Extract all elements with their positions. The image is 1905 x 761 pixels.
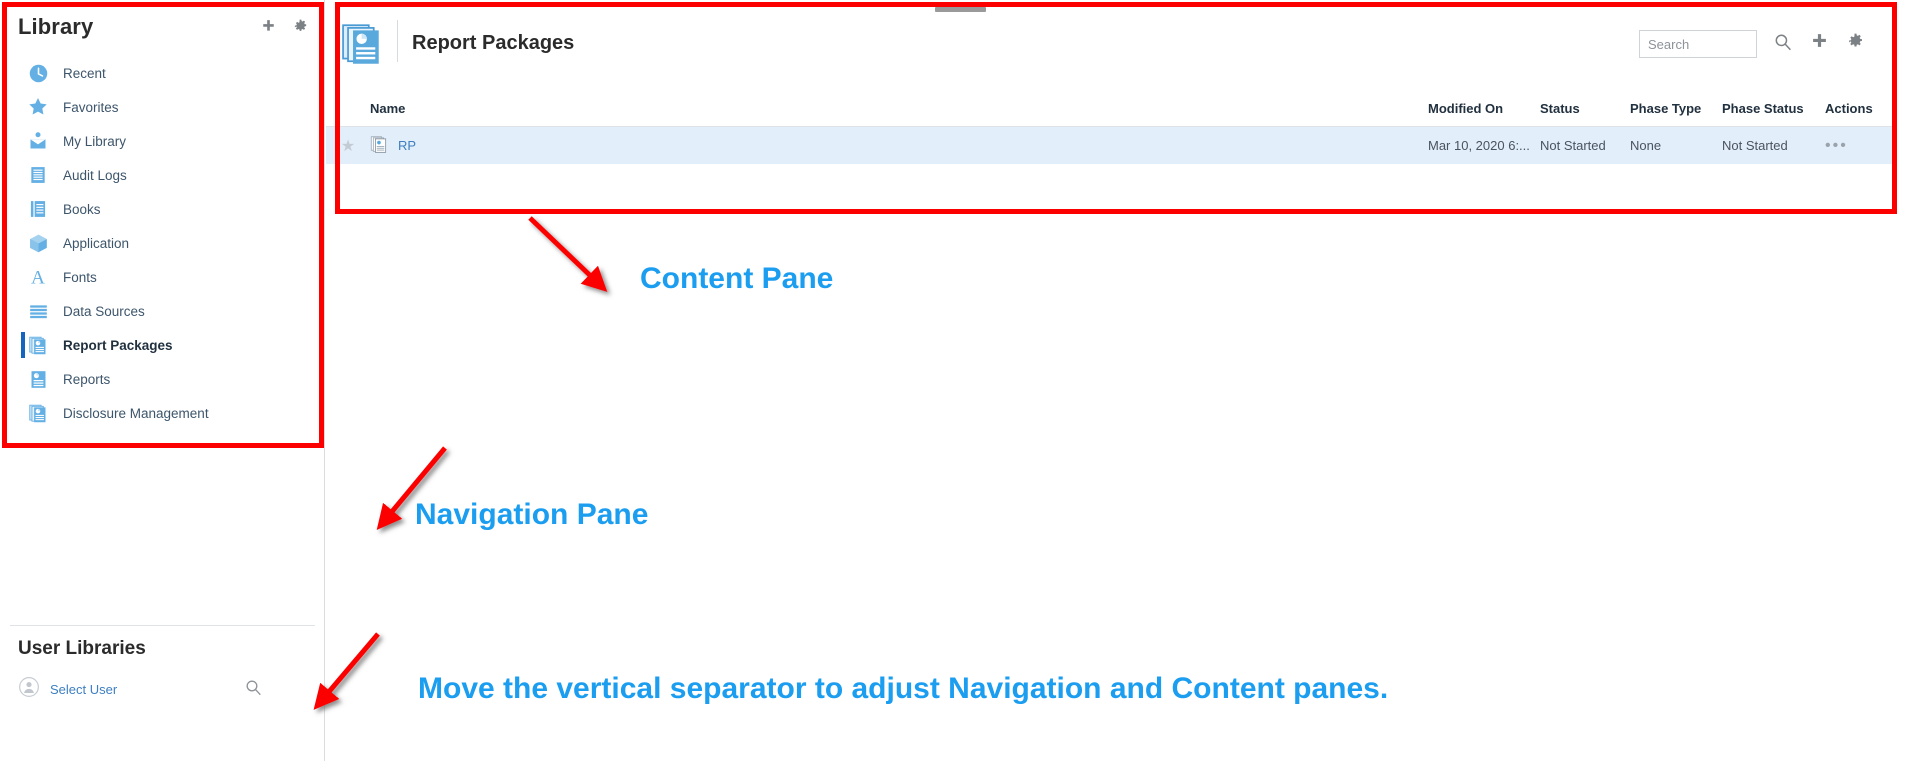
user-libraries-divider [10, 625, 315, 626]
svg-text:A: A [31, 267, 45, 288]
page-title: Report Packages [412, 32, 575, 54]
sidebar-item-books[interactable]: Books [0, 192, 324, 226]
report-package-name[interactable]: RP [398, 138, 416, 153]
navigation-pane: Library Recent Favorites My Library Audi… [0, 0, 325, 761]
sidebar-item-fonts[interactable]: A Fonts [0, 260, 324, 294]
user-libraries-title: User Libraries [18, 638, 146, 659]
column-header-actions: Actions [1825, 84, 1897, 127]
sidebar-item-recent[interactable]: Recent [0, 56, 324, 90]
sidebar-item-label: Application [63, 235, 130, 251]
document-icon [25, 162, 51, 188]
column-header-name[interactable]: Name [370, 84, 1428, 127]
sidebar-item-label: Disclosure Management [63, 405, 209, 421]
name-cell[interactable]: RP [370, 126, 1428, 164]
letter-a-icon: A [25, 264, 51, 290]
column-header-status[interactable]: Status [1540, 84, 1630, 127]
clock-icon [25, 60, 51, 86]
user-folder-icon [25, 128, 51, 154]
report-packages-table: Name Modified On Status Phase Type Phase… [326, 84, 1897, 164]
sidebar-item-label: My Library [63, 133, 127, 149]
app-root: Library Recent Favorites My Library Audi… [0, 0, 1905, 761]
sidebar-item-data-sources[interactable]: Data Sources [0, 294, 324, 328]
select-user-row[interactable]: Select User [18, 676, 308, 702]
sidebar-item-label: Data Sources [63, 303, 145, 319]
report-package-icon [370, 135, 389, 157]
sidebar-item-my-library[interactable]: My Library [0, 124, 324, 158]
table-header: Name Modified On Status Phase Type Phase… [326, 84, 1897, 127]
sidebar-item-favorites[interactable]: Favorites [0, 90, 324, 124]
sidebar-item-label: Report Packages [63, 337, 173, 353]
plus-icon[interactable] [261, 19, 276, 38]
column-header-phase-type[interactable]: Phase Type [1630, 84, 1722, 127]
stack-icon [25, 298, 51, 324]
content-header: Report Packages [326, 16, 1905, 72]
sidebar-item-audit-logs[interactable]: Audit Logs [0, 158, 324, 192]
table-header-row: Name Modified On Status Phase Type Phase… [326, 84, 1897, 127]
search-input[interactable] [1639, 30, 1757, 58]
cube-icon [25, 230, 51, 256]
column-header-modified-on[interactable]: Modified On [1428, 84, 1540, 127]
sidebar-item-label: Reports [63, 371, 111, 387]
phase-status-cell: Not Started [1722, 126, 1825, 164]
header-divider [397, 20, 398, 62]
disclosure-icon [25, 400, 51, 426]
sidebar-item-label: Books [63, 201, 101, 217]
pane-drag-handle[interactable] [935, 7, 986, 12]
favorite-cell[interactable]: ★ [326, 126, 370, 164]
navigation-header: Library [0, 8, 324, 48]
gear-icon[interactable] [1847, 33, 1864, 55]
report-icon [25, 366, 51, 392]
table-row[interactable]: ★ RP Mar 10, 2020 6:... Not Started None… [326, 126, 1897, 164]
sidebar-item-label: Favorites [63, 99, 119, 115]
modified-on-cell: Mar 10, 2020 6:... [1428, 126, 1540, 164]
status-cell: Not Started [1540, 126, 1630, 164]
actions-cell[interactable]: ••• [1825, 126, 1897, 164]
navigation-item-list: Recent Favorites My Library Audit Logs B… [0, 56, 324, 430]
content-pane: Report Packages Name Modified On [326, 0, 1905, 761]
user-avatar-icon [18, 676, 40, 703]
star-icon [25, 94, 51, 120]
library-title: Library [18, 14, 94, 39]
sidebar-item-application[interactable]: Application [0, 226, 324, 260]
gear-icon[interactable] [293, 19, 308, 38]
book-icon [25, 196, 51, 222]
sidebar-item-label: Recent [63, 65, 106, 81]
selection-indicator [21, 332, 25, 358]
search-icon[interactable] [1774, 33, 1792, 56]
plus-icon[interactable] [1811, 33, 1828, 55]
table-body: ★ RP Mar 10, 2020 6:... Not Started None… [326, 126, 1897, 164]
report-package-icon [25, 332, 51, 358]
column-header-phase-status[interactable]: Phase Status [1722, 84, 1825, 127]
more-actions-icon[interactable]: ••• [1825, 137, 1897, 155]
sidebar-item-label: Fonts [63, 269, 97, 285]
sidebar-item-reports[interactable]: Reports [0, 362, 324, 396]
sidebar-item-disclosure-management[interactable]: Disclosure Management [0, 396, 324, 430]
select-user-label[interactable]: Select User [50, 682, 117, 697]
star-outline-icon[interactable]: ★ [326, 136, 370, 156]
phase-type-cell: None [1630, 126, 1722, 164]
search-icon[interactable] [245, 679, 262, 701]
column-header-favorite[interactable] [326, 84, 370, 127]
sidebar-item-report-packages[interactable]: Report Packages [0, 328, 324, 362]
sidebar-item-label: Audit Logs [63, 167, 127, 183]
report-package-icon [340, 21, 386, 72]
